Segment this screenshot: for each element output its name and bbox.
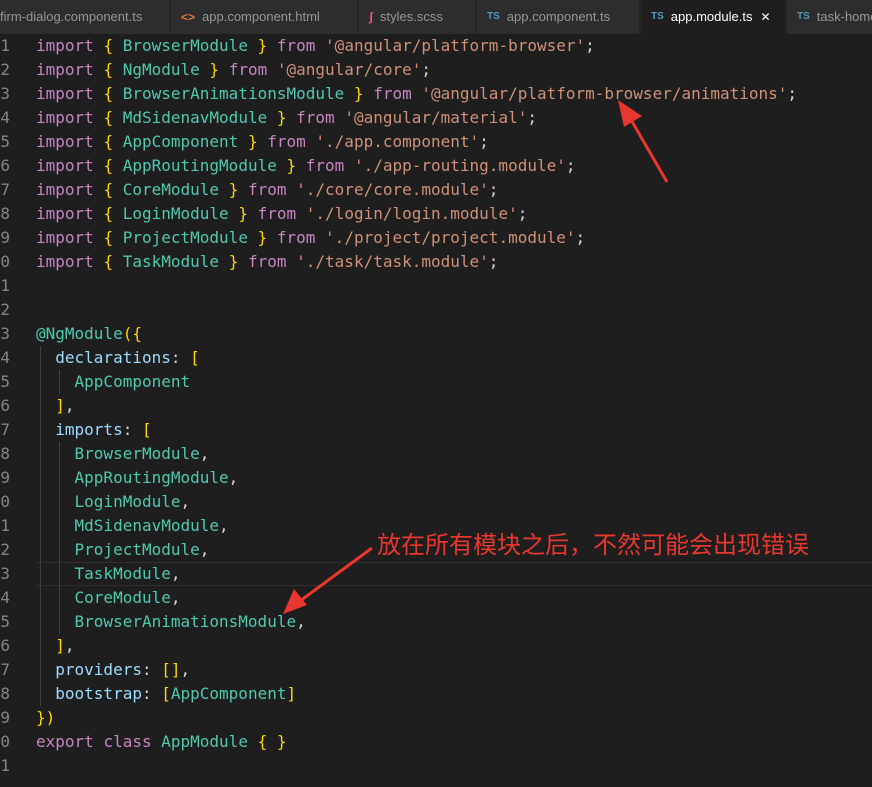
annotation-arrows	[283, 100, 669, 614]
arrow-to-animations-import	[618, 100, 669, 183]
annotation-note: 放在所有模块之后，不然可能会出现错误	[377, 531, 809, 559]
arrow-to-animations-module-entry	[283, 546, 373, 614]
